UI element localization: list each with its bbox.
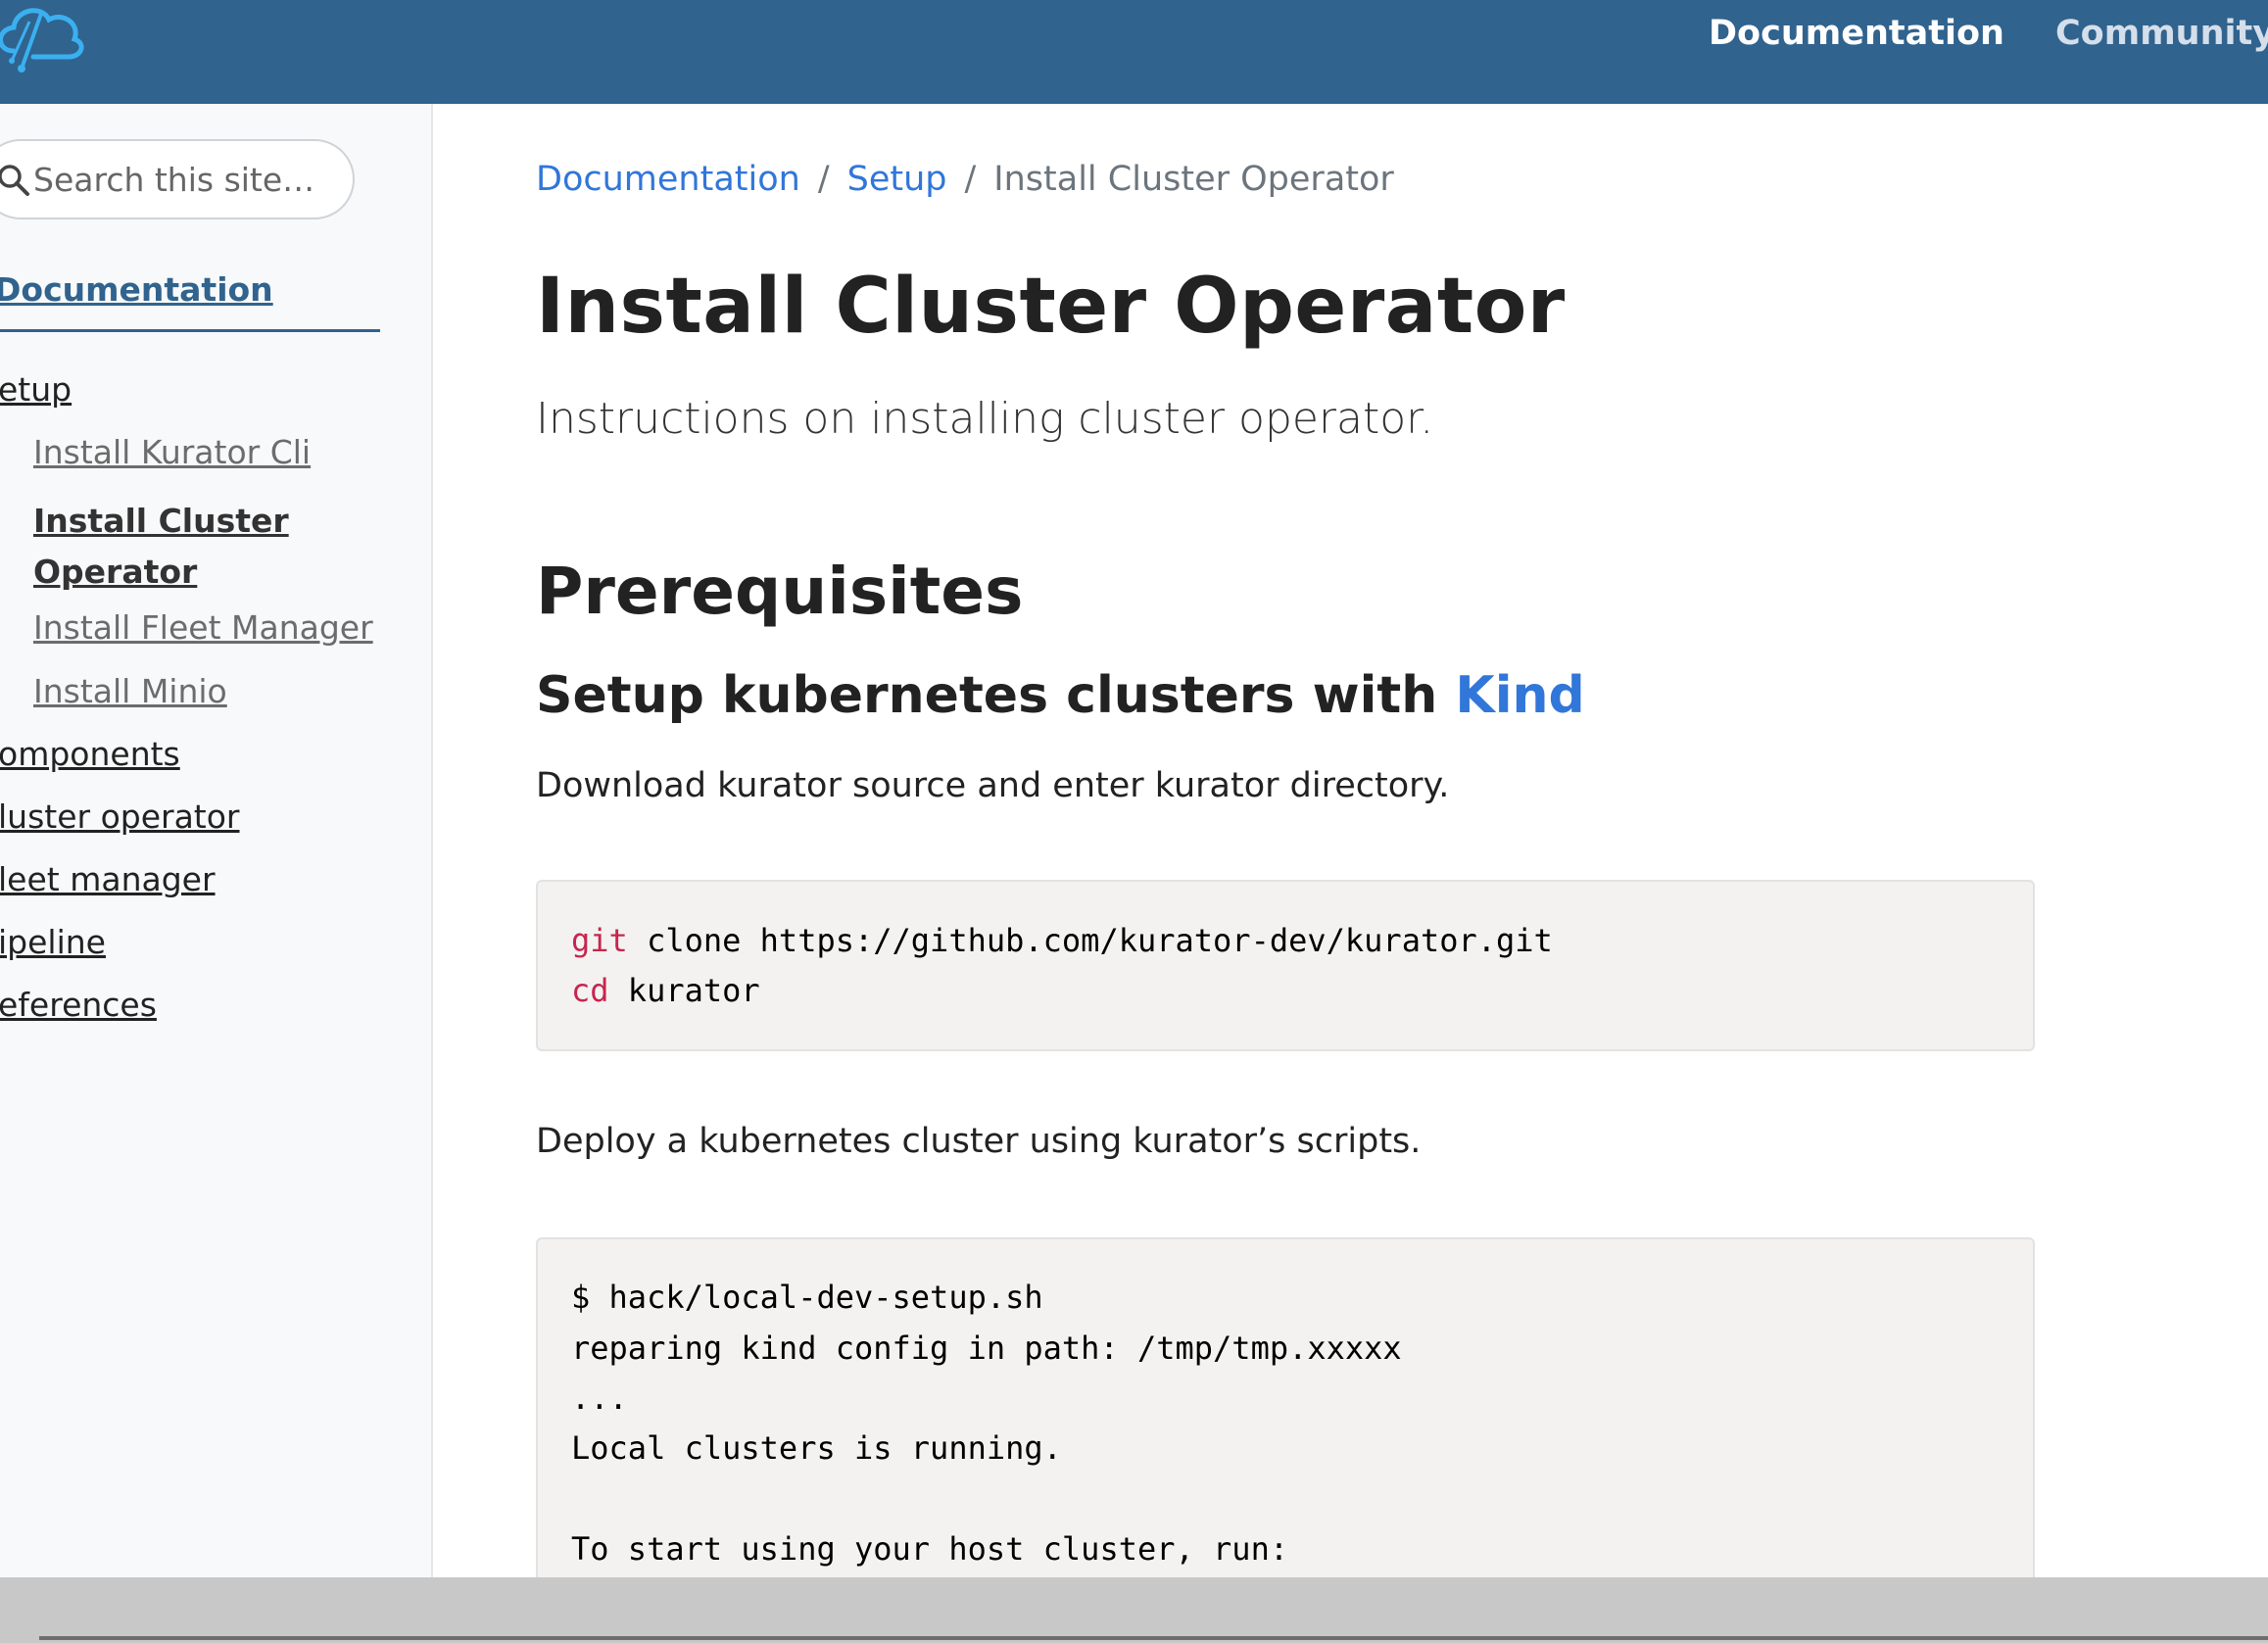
sidebar-item-cluster-operator[interactable]: luster operator (0, 797, 240, 836)
search-input[interactable] (33, 155, 327, 204)
code-line: ... (571, 1379, 628, 1417)
sidebar-item-install-kurator-cli[interactable]: Install Kurator Cli (33, 433, 311, 471)
search-box[interactable] (0, 139, 355, 219)
sidebar-item-install-minio[interactable]: Install Minio (33, 672, 227, 710)
code-line: reparing kind config in path: /tmp/tmp.x… (571, 1329, 1402, 1367)
bottom-bar (0, 1577, 2268, 1643)
sidebar-section-documentation[interactable]: Documentation (0, 270, 273, 309)
sidebar-item-install-cluster-operator[interactable]: Install Cluster Operator (33, 496, 327, 598)
page-title: Install Cluster Operator (536, 263, 1566, 351)
nav-documentation-link[interactable]: Documentation (1709, 14, 2004, 53)
code-line: To start using your host cluster, run: (571, 1530, 1289, 1568)
sidebar-item-fleet-manager[interactable]: leet manager (0, 860, 216, 898)
breadcrumb-documentation-link[interactable]: Documentation (536, 160, 800, 199)
code-block-setup-output[interactable]: $ hack/local-dev-setup.sh reparing kind … (536, 1237, 2035, 1590)
kind-link[interactable]: Kind (1455, 666, 1584, 725)
code-block-clone[interactable]: git clone https://github.com/kurator-dev… (536, 880, 2035, 1051)
heading-setup-kind-text: Setup kubernetes clusters with (536, 666, 1456, 725)
heading-prerequisites: Prerequisites (536, 554, 1024, 629)
sidebar-divider (0, 329, 380, 332)
breadcrumb-separator: / (964, 160, 977, 199)
code-keyword: cd (571, 972, 609, 1009)
paragraph-deploy: Deploy a kubernetes cluster using kurato… (536, 1122, 1422, 1161)
paragraph-download: Download kurator source and enter kurato… (536, 766, 1450, 805)
nav-community-link[interactable]: Community (2055, 14, 2268, 53)
code-line: git clone https://github.com/kurator-dev… (571, 916, 1553, 966)
sidebar-item-pipeline[interactable]: ipeline (0, 923, 106, 961)
top-navbar: Documentation Community (0, 0, 2268, 104)
sidebar: Documentation etup Install Kurator Cli I… (0, 104, 433, 1577)
code-line: $ hack/local-dev-setup.sh (571, 1279, 1043, 1316)
sidebar-item-components[interactable]: omponents (0, 735, 180, 773)
page-lead: Instructions on installing cluster opera… (536, 394, 1434, 444)
breadcrumb-separator: / (817, 160, 830, 199)
breadcrumb: Documentation / Setup / Install Cluster Oper… (536, 160, 1394, 199)
breadcrumb-setup-link[interactable]: Setup (847, 160, 947, 199)
code-keyword: git (571, 922, 628, 959)
horizontal-scrollbar[interactable] (39, 1636, 2268, 1640)
kurator-logo-icon[interactable] (0, 0, 92, 80)
code-text: kurator (608, 972, 760, 1009)
sidebar-item-references[interactable]: eferences (0, 986, 157, 1024)
sidebar-item-install-fleet-manager[interactable]: Install Fleet Manager (33, 608, 373, 647)
code-text: clone https://github.com/kurator-dev/kur… (627, 922, 1553, 959)
search-icon (0, 165, 29, 196)
code-line: Local clusters is running. (571, 1429, 1062, 1467)
breadcrumb-current: Install Cluster Operator (993, 160, 1394, 199)
code-line: cd kurator (571, 966, 760, 1016)
sidebar-item-setup[interactable]: etup (0, 370, 72, 409)
heading-setup-kind: Setup kubernetes clusters with Kind (536, 666, 1585, 725)
